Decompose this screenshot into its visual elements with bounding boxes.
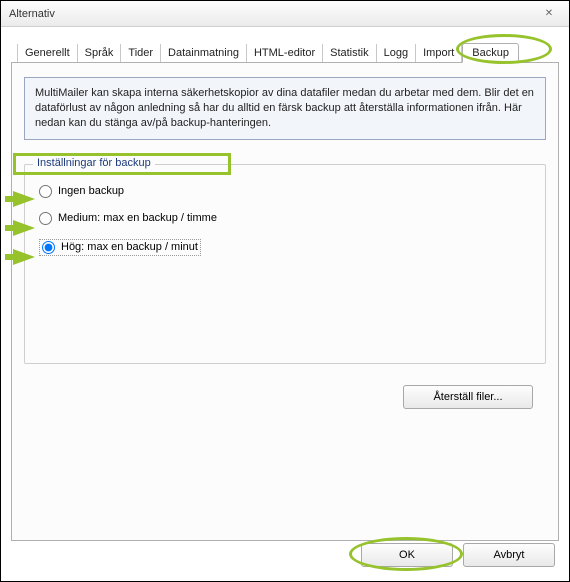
tab-tider[interactable]: Tider [121, 44, 161, 62]
close-icon[interactable]: ✕ [537, 6, 561, 22]
radio-row-medium[interactable]: Medium: max en backup / timme [39, 212, 531, 225]
tab-backup[interactable]: Backup [462, 43, 519, 63]
group-legend: Inställningar för backup [33, 157, 155, 169]
dialog-content: Generellt Språk Tider Datainmatning HTML… [1, 27, 569, 581]
restore-files-button[interactable]: Återställ filer... [403, 385, 533, 409]
radio-high[interactable] [42, 241, 55, 254]
radio-label-high: Hög: max en backup / minut [61, 241, 198, 253]
window-title: Alternativ [9, 8, 55, 20]
backup-settings-group: Inställningar för backup Ingen backup Me… [24, 164, 546, 364]
tab-html-editor[interactable]: HTML-editor [247, 44, 323, 62]
tab-strip: Generellt Språk Tider Datainmatning HTML… [11, 39, 559, 63]
dialog-button-row: OK Avbryt [361, 543, 555, 567]
tab-import[interactable]: Import [416, 44, 462, 62]
tab-datainmatning[interactable]: Datainmatning [161, 44, 247, 62]
tab-sprak[interactable]: Språk [78, 44, 122, 62]
titlebar: Alternativ ✕ [1, 1, 569, 27]
tab-generellt[interactable]: Generellt [17, 44, 78, 62]
tab-page-backup: MultiMailer kan skapa interna säkerhetsk… [11, 63, 559, 541]
radio-row-high[interactable]: Hög: max en backup / minut [39, 239, 201, 256]
tab-statistik[interactable]: Statistik [323, 44, 377, 62]
ok-button[interactable]: OK [361, 543, 453, 567]
radio-none[interactable] [39, 185, 52, 198]
tab-logg[interactable]: Logg [377, 44, 416, 62]
radio-label-none: Ingen backup [58, 185, 124, 197]
radio-medium[interactable] [39, 212, 52, 225]
radio-label-medium: Medium: max en backup / timme [58, 212, 217, 224]
cancel-button[interactable]: Avbryt [463, 543, 555, 567]
info-box: MultiMailer kan skapa interna säkerhetsk… [24, 77, 546, 140]
radio-row-none[interactable]: Ingen backup [39, 185, 531, 198]
